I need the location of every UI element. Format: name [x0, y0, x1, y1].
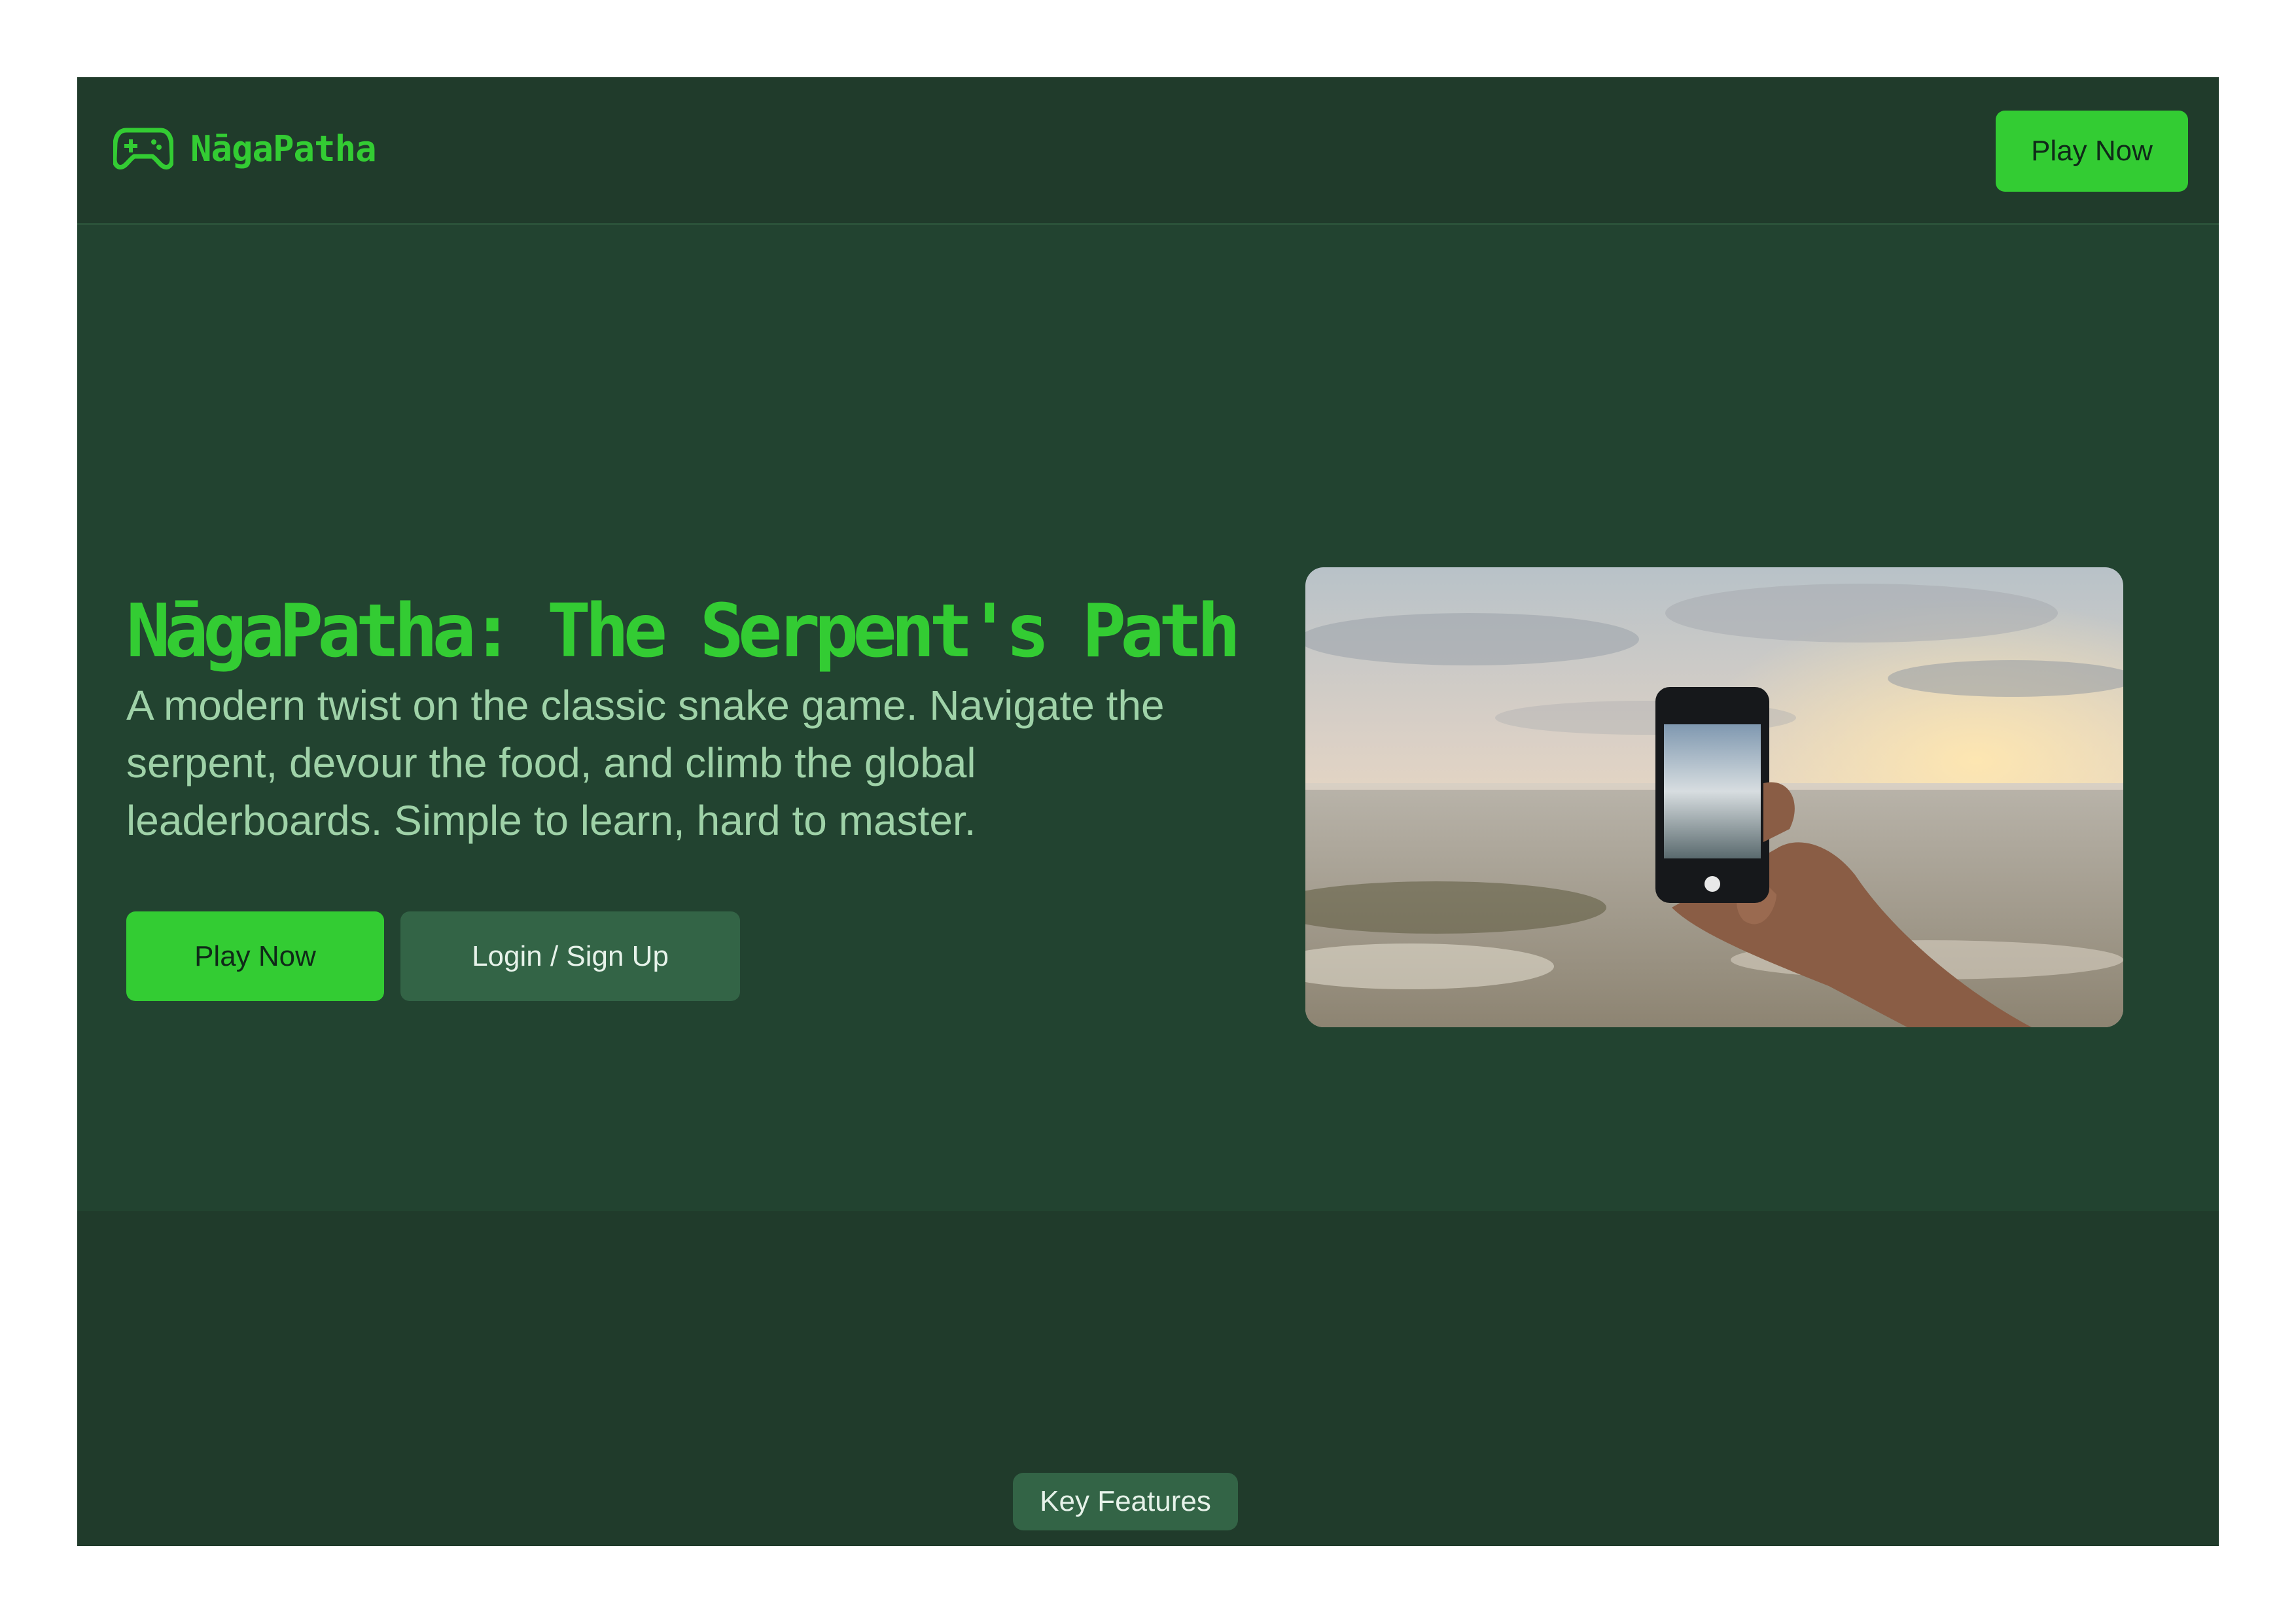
features-section: Key Features — [77, 1211, 2219, 1546]
key-features-badge: Key Features — [1013, 1473, 1238, 1530]
hero-section: NāgaPatha: The Serpent's Path A modern t… — [77, 225, 2219, 1288]
hero-play-now-button[interactable]: Play Now — [126, 911, 384, 1001]
app-frame: NāgaPatha Play Now NāgaPatha: The Serpen… — [77, 77, 2219, 1546]
brand-logo[interactable]: NāgaPatha — [113, 126, 377, 171]
header-play-now-button[interactable]: Play Now — [1996, 111, 2188, 192]
hero-title: NāgaPatha: The Serpent's Path — [126, 589, 1241, 674]
brand-name: NāgaPatha — [190, 128, 377, 169]
hero-image — [1305, 567, 2123, 1027]
top-navbar: NāgaPatha Play Now — [77, 77, 2219, 225]
gamepad-icon — [113, 128, 173, 169]
login-signup-button[interactable]: Login / Sign Up — [400, 911, 740, 1001]
hero-description: A modern twist on the classic snake game… — [126, 682, 1165, 844]
